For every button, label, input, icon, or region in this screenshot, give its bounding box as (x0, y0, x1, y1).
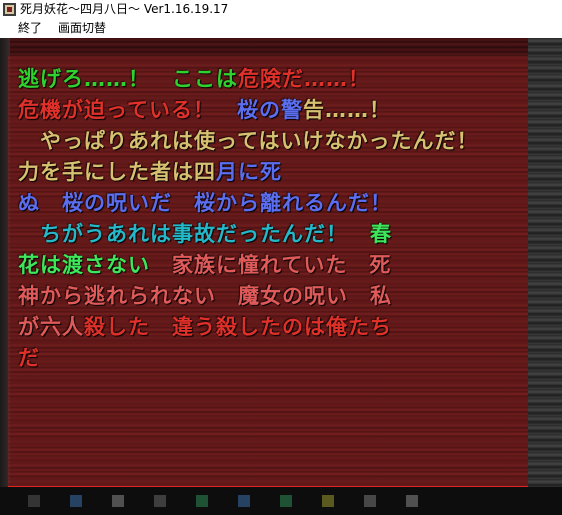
title-icon[interactable] (362, 493, 378, 509)
message-segment: 家族に憧れていた 死 (172, 253, 392, 277)
message-segment: 殺した 違う殺したのは俺たち (84, 315, 392, 339)
auto-icon[interactable] (152, 493, 168, 509)
menu-item-exit[interactable]: 終了 (10, 18, 50, 38)
save-icon[interactable] (26, 493, 42, 509)
message-segment: ちがうあれは事故だったんだ！ (39, 222, 348, 246)
hide-icon[interactable] (278, 493, 294, 509)
game-window: 死月妖花～四月八日～ Ver1.16.19.17 終了 画面切替 逃げろ……！ … (0, 0, 562, 515)
message-segment: 危機が迫っている！ (18, 98, 215, 122)
message-segment: 桜の警 (236, 98, 303, 122)
menu-item-screen-switch[interactable]: 画面切替 (50, 18, 114, 38)
message-segment: 告……！ (302, 98, 391, 122)
message-segment: 危険 (238, 67, 282, 91)
load-icon[interactable] (68, 493, 84, 509)
message-segment: 神から逃れられない 魔女の呪い 私 (18, 284, 392, 308)
message-text: 逃げろ……！ ここは危険だ……！ 危機が迫っている！ 桜の警告……！ やっぱりあ… (18, 64, 518, 374)
message-segment: ぬ 桜の呪いだ 桜から離れるんだ！ (18, 191, 392, 215)
message-segment: だ (18, 346, 40, 370)
message-segment: が六人 (18, 315, 84, 339)
message-segment: 花は渡さない (18, 253, 150, 277)
screen-icon[interactable] (320, 493, 336, 509)
background-right (528, 38, 562, 515)
window-title: 死月妖花～四月八日～ Ver1.16.19.17 (20, 2, 229, 16)
message-segment: ここは (172, 67, 238, 91)
config-icon[interactable] (236, 493, 252, 509)
app-icon (3, 2, 16, 16)
title-bar[interactable]: 死月妖花～四月八日～ Ver1.16.19.17 (0, 0, 562, 18)
message-segment: 春 (370, 222, 392, 246)
exit-icon[interactable] (404, 493, 420, 509)
message-segment: 月に死 (216, 160, 282, 184)
skip-icon[interactable] (194, 493, 210, 509)
log-icon[interactable] (110, 493, 126, 509)
quick-menu-bar (0, 487, 562, 515)
menu-bar: 終了 画面切替 (0, 18, 562, 38)
message-window[interactable]: 逃げろ……！ ここは危険だ……！ 危機が迫っている！ 桜の警告……！ やっぱりあ… (8, 56, 528, 489)
message-segment: 逃げろ……！ (18, 67, 172, 91)
game-screen[interactable]: 逃げろ……！ ここは危険だ……！ 危機が迫っている！ 桜の警告……！ やっぱりあ… (0, 38, 562, 515)
message-segment: だ……！ (282, 67, 370, 91)
